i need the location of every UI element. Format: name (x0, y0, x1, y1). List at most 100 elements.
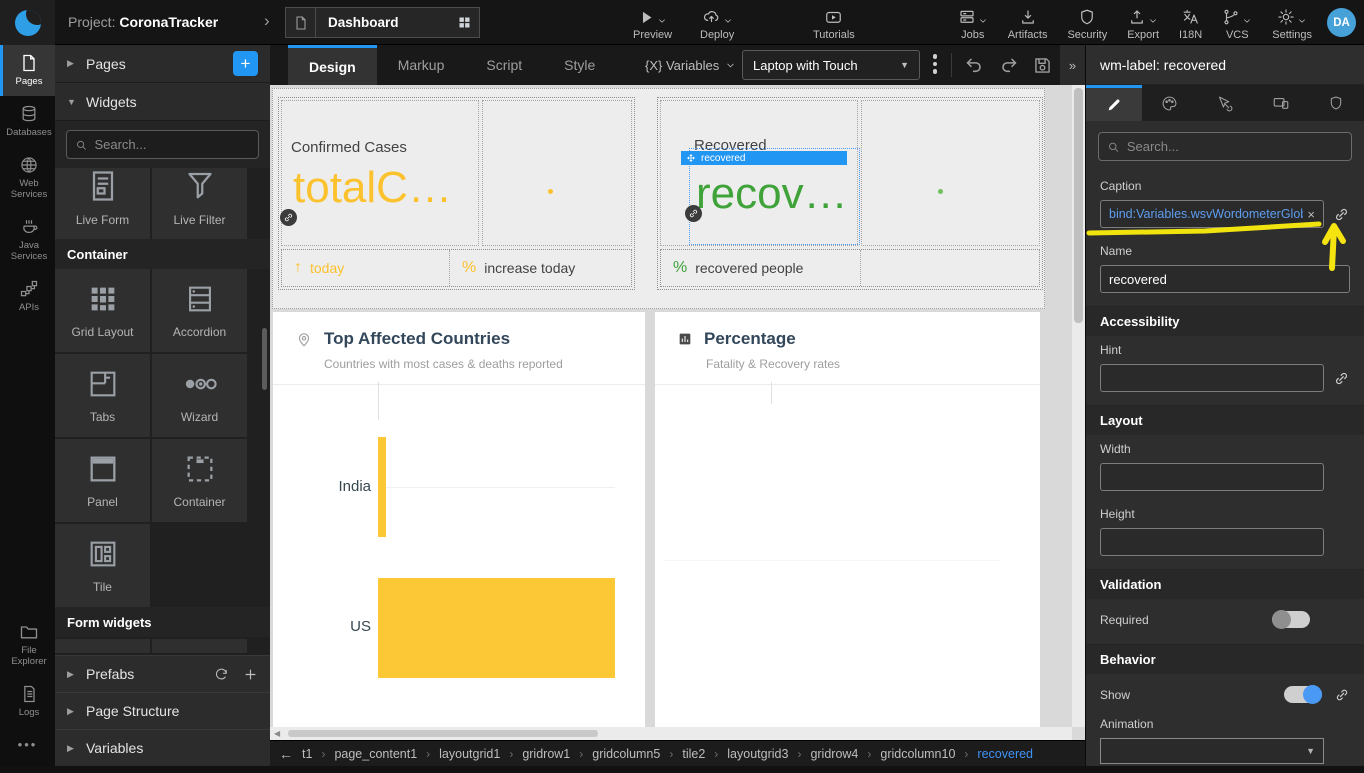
caption-input[interactable]: bind:Variables.wsvWordometerGlobal.c × (1100, 200, 1324, 228)
refresh-icon[interactable] (214, 667, 229, 682)
breadcrumb-item[interactable]: layoutgrid3 (727, 747, 788, 761)
canvas-vertical-scrollbar[interactable] (1072, 85, 1085, 727)
clear-binding-icon[interactable]: × (1307, 207, 1315, 222)
hint-input-field[interactable] (1109, 371, 1315, 386)
artifacts-button[interactable]: Artifacts (1008, 8, 1048, 41)
rail-item-pages[interactable]: Pages (0, 45, 55, 96)
widget-live-form[interactable]: Live Form (55, 168, 150, 239)
required-toggle[interactable] (1272, 611, 1310, 628)
properties-search[interactable] (1098, 132, 1352, 161)
confirmed-value-label[interactable]: totalC… (293, 163, 452, 213)
redo-button[interactable] (998, 55, 1019, 76)
rail-item-apis[interactable]: APIs (0, 271, 55, 322)
variables-button[interactable]: {X} Variables (645, 45, 736, 85)
confirmed-label-cell[interactable]: Confirmed Cases totalC… (281, 100, 479, 246)
tutorials-button[interactable]: Tutorials (813, 8, 855, 41)
recovered-bottom-empty-cell[interactable] (861, 250, 885, 286)
breadcrumb-item[interactable]: tile2 (682, 747, 705, 761)
widgets-section-header[interactable]: ▼ Widgets (55, 83, 270, 121)
app-logo[interactable] (0, 0, 55, 45)
breadcrumb-item[interactable]: gridrow1 (522, 747, 570, 761)
settings-button[interactable]: Settings (1272, 8, 1312, 41)
undo-button[interactable] (964, 55, 985, 76)
widget-container[interactable]: Container (152, 439, 247, 522)
vcs-button[interactable]: VCS (1222, 8, 1252, 41)
more-icon[interactable]: ••• (0, 727, 55, 766)
design-canvas[interactable]: Confirmed Cases totalC… ↑ today % (270, 85, 1085, 740)
rail-item-file-explorer[interactable]: File Explorer (0, 614, 55, 676)
scroll-left-icon[interactable]: ◀ (274, 729, 280, 738)
grid-view-icon[interactable] (449, 15, 479, 30)
tab-design[interactable]: Design (288, 45, 377, 85)
recovered-people-cell[interactable]: % recovered people (661, 250, 861, 286)
widget-grid-layout[interactable]: Grid Layout (55, 269, 150, 352)
expand-right-panel-button[interactable]: » (1060, 45, 1085, 85)
recovered-right-cell[interactable] (861, 100, 1040, 246)
canvas-horizontal-scrollbar[interactable]: ◀ (270, 727, 1072, 740)
width-input[interactable] (1100, 463, 1324, 491)
bind-property-icon[interactable] (1333, 206, 1350, 223)
security-button[interactable]: Security (1067, 8, 1107, 41)
width-input-field[interactable] (1109, 470, 1315, 485)
breadcrumb-item[interactable]: layoutgrid1 (439, 747, 500, 761)
animation-select[interactable]: ▼ (1100, 738, 1324, 764)
breadcrumb-item[interactable]: gridcolumn5 (592, 747, 660, 761)
widget-search-input[interactable] (94, 137, 250, 152)
breadcrumb-item[interactable]: gridcolumn10 (880, 747, 955, 761)
tab-properties[interactable] (1086, 85, 1142, 121)
tab-styles[interactable] (1142, 85, 1198, 121)
selected-widget-tag[interactable]: recovered (681, 151, 847, 165)
tile-recovered[interactable]: Recovered recov… recovered % (657, 97, 1043, 290)
height-input[interactable] (1100, 528, 1324, 556)
breadcrumb-item-selected[interactable]: recovered (977, 747, 1033, 761)
prefabs-section-header[interactable]: ▶ Prefabs (55, 655, 270, 692)
increase-today-cell[interactable]: % increase today (450, 250, 587, 286)
widget-wizard[interactable]: Wizard (152, 354, 247, 437)
device-selector[interactable]: Laptop with Touch ▼ (742, 50, 920, 80)
height-input-field[interactable] (1109, 535, 1315, 550)
save-button[interactable] (1032, 55, 1053, 76)
tab-security[interactable] (1308, 85, 1364, 121)
page-structure-section-header[interactable]: ▶ Page Structure (55, 692, 270, 729)
panel-top-affected-countries[interactable]: Top Affected Countries Countries with mo… (273, 312, 645, 736)
widget-panel[interactable]: Panel (55, 439, 150, 522)
variables-section-header[interactable]: ▶ Variables (55, 729, 270, 766)
widget-search[interactable] (66, 130, 259, 159)
bar-us[interactable] (378, 578, 615, 678)
i18n-button[interactable]: I18N (1179, 8, 1202, 41)
rail-item-java-services[interactable]: Java Services (0, 209, 55, 271)
show-toggle[interactable] (1284, 686, 1322, 703)
breadcrumb-back-icon[interactable]: ← (279, 746, 293, 762)
pages-section-header[interactable]: ▶ Pages + (55, 45, 270, 83)
tile-confirmed-cases[interactable]: Confirmed Cases totalC… ↑ today % (278, 97, 635, 290)
panel-percentage[interactable]: Percentage Fatality & Recovery rates (655, 312, 1040, 736)
preview-button[interactable]: Preview (633, 8, 672, 41)
page-tab-dashboard[interactable]: Dashboard (285, 7, 480, 38)
breadcrumb-item[interactable]: page_content1 (334, 747, 417, 761)
rail-item-logs[interactable]: Logs (0, 676, 55, 727)
bar-india[interactable] (378, 437, 386, 537)
tab-script[interactable]: Script (465, 45, 543, 85)
rail-item-web-services[interactable]: Web Services (0, 147, 55, 209)
canvas-top-grid[interactable]: Confirmed Cases totalC… ↑ today % (272, 88, 1045, 309)
widget-tile[interactable]: Tile (55, 524, 150, 607)
name-input-field[interactable] (1109, 272, 1341, 287)
bind-property-icon[interactable] (1334, 687, 1350, 703)
hint-input[interactable] (1100, 364, 1324, 392)
confirmed-right-cell[interactable] (482, 100, 632, 246)
widget-accordion[interactable]: Accordion (152, 269, 247, 352)
widget-live-filter[interactable]: Live Filter (152, 168, 247, 239)
breadcrumb-item[interactable]: gridrow4 (810, 747, 858, 761)
kebab-menu-icon[interactable] (928, 54, 942, 74)
tab-markup[interactable]: Markup (377, 45, 466, 85)
recovered-bottom-row[interactable]: % recovered people (660, 249, 1040, 287)
name-input[interactable] (1100, 265, 1350, 293)
plus-icon[interactable] (243, 667, 258, 682)
tab-events[interactable] (1197, 85, 1253, 121)
widget-tabs[interactable]: Tabs (55, 354, 150, 437)
properties-search-input[interactable] (1127, 139, 1343, 154)
confirmed-bottom-row[interactable]: ↑ today % increase today (281, 249, 632, 287)
breadcrumb-item[interactable]: t1 (302, 747, 312, 761)
bind-property-icon[interactable] (1333, 370, 1350, 387)
user-avatar[interactable]: DA (1327, 8, 1356, 37)
